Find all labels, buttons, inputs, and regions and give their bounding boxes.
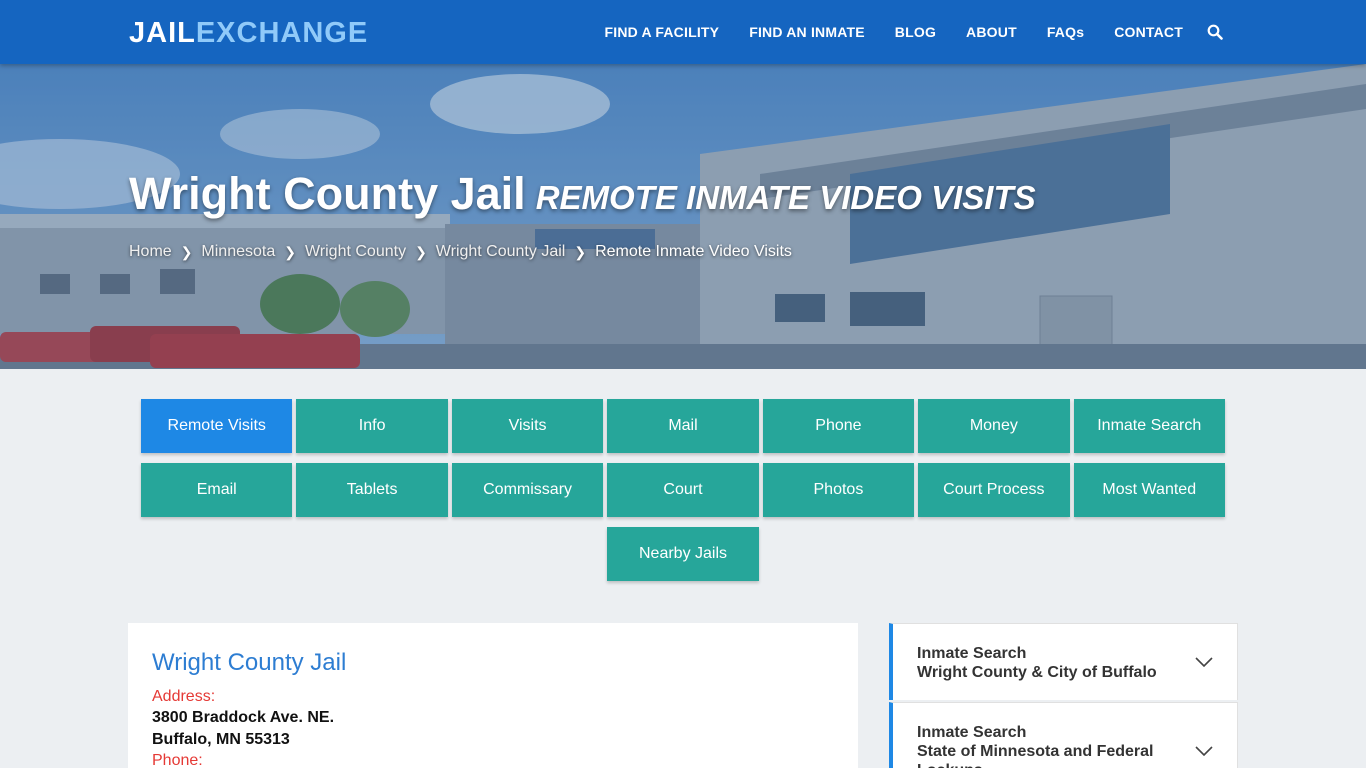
main-nav: FIND A FACILITY FIND AN INMATE BLOG ABOU…	[574, 0, 1223, 64]
breadcrumb-current: Remote Inmate Video Visits	[595, 243, 792, 260]
accordion-title: Inmate Search	[917, 724, 1027, 741]
nav-about[interactable]: ABOUT	[966, 24, 1017, 40]
chevron-right-icon: ❯	[574, 243, 587, 260]
court-process-button[interactable]: Court Process	[918, 463, 1070, 517]
nearby-jails-button[interactable]: Nearby Jails	[607, 527, 759, 581]
nav-faqs[interactable]: FAQs	[1047, 24, 1084, 40]
address-line-2: Buffalo, MN 55313	[152, 731, 290, 748]
accordion-subtitle: Wright County & City of Buffalo	[917, 664, 1157, 681]
most-wanted-button[interactable]: Most Wanted	[1073, 463, 1225, 517]
logo-text-jail: JAIL	[129, 17, 196, 49]
visits-button[interactable]: Visits	[451, 399, 604, 453]
search-icon[interactable]	[1207, 24, 1223, 40]
breadcrumb: Home ❯ Minnesota ❯ Wright County ❯ Wrigh…	[129, 243, 792, 261]
button-row: Email Tablets Commissary Court Photos Co…	[139, 463, 1227, 517]
accordion-subtitle: State of Minnesota and Federal Lockups	[917, 743, 1154, 768]
address-line-1: 3800 Braddock Ave. NE.	[152, 709, 335, 726]
nav-find-facility[interactable]: FIND A FACILITY	[604, 24, 719, 40]
breadcrumb-home[interactable]: Home	[129, 243, 172, 261]
sidebar: Inmate Search Wright County & City of Bu…	[889, 623, 1238, 768]
chevron-right-icon: ❯	[180, 243, 193, 260]
nav-find-inmate[interactable]: FIND AN INMATE	[749, 24, 865, 40]
phone-label: Phone:	[152, 752, 203, 768]
chevron-right-icon: ❯	[415, 243, 427, 260]
address-label: Address:	[152, 688, 216, 705]
accordion-inmate-search-state[interactable]: Inmate Search State of Minnesota and Fed…	[889, 702, 1238, 768]
site-logo[interactable]: JAILEXCHANGE	[129, 15, 368, 51]
nav-blog[interactable]: BLOG	[895, 24, 936, 40]
info-button[interactable]: Info	[296, 399, 448, 453]
hero-banner: Wright County Jail Remote Inmate Video Vi…	[0, 64, 1366, 369]
remote-visits-button[interactable]: Remote Visits	[141, 399, 293, 453]
page-title-subtitle: Remote Inmate Video Visits	[535, 179, 1036, 216]
section-buttons: Remote Visits Info Visits Mail Phone Mon…	[139, 399, 1227, 591]
facility-info-card: Wright County Jail Address: 3800 Braddoc…	[128, 623, 858, 768]
button-row: Nearby Jails	[139, 527, 1227, 581]
chevron-down-icon[interactable]	[1195, 657, 1213, 667]
mail-button[interactable]: Mail	[607, 399, 759, 453]
page-title-main: Wright County Jail	[129, 168, 526, 219]
phone-button[interactable]: Phone	[762, 399, 915, 453]
top-navbar: JAILEXCHANGE FIND A FACILITY FIND AN INM…	[0, 0, 1366, 64]
inmate-search-button[interactable]: Inmate Search	[1073, 399, 1225, 453]
breadcrumb-facility[interactable]: Wright County Jail	[436, 243, 566, 261]
photos-button[interactable]: Photos	[762, 463, 915, 517]
facility-name: Wright County Jail	[152, 649, 347, 676]
commissary-button[interactable]: Commissary	[451, 463, 604, 517]
logo-text-exchange: EXCHANGE	[195, 17, 369, 49]
chevron-right-icon: ❯	[284, 243, 296, 260]
court-button[interactable]: Court	[607, 463, 759, 517]
breadcrumb-state[interactable]: Minnesota	[201, 243, 275, 261]
nav-contact[interactable]: CONTACT	[1114, 24, 1183, 40]
email-button[interactable]: Email	[141, 463, 293, 517]
button-row: Remote Visits Info Visits Mail Phone Mon…	[139, 399, 1227, 453]
breadcrumb-county[interactable]: Wright County	[305, 243, 406, 261]
chevron-down-icon[interactable]	[1195, 746, 1213, 756]
accordion-inmate-search-county[interactable]: Inmate Search Wright County & City of Bu…	[889, 623, 1238, 700]
accordion-title: Inmate Search	[917, 645, 1027, 662]
money-button[interactable]: Money	[918, 399, 1070, 453]
tablets-button[interactable]: Tablets	[296, 463, 448, 517]
page-title: Wright County Jail Remote Inmate Video Vi…	[129, 168, 1036, 224]
